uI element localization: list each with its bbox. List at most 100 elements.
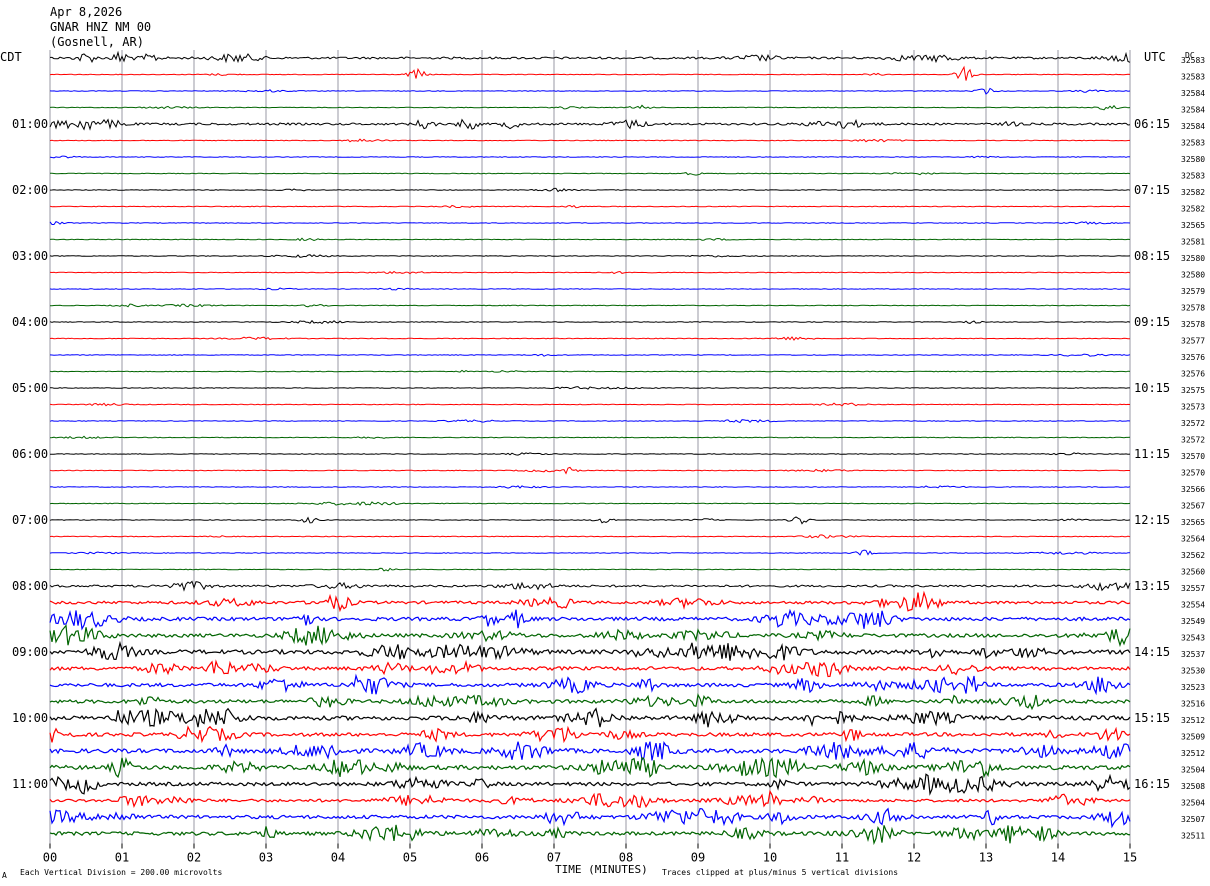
trace-row bbox=[49, 567, 1131, 572]
x-tick-label: 11 bbox=[835, 851, 849, 865]
dc-value: 32566 bbox=[1181, 485, 1205, 494]
trace-row bbox=[49, 673, 1131, 696]
dc-value: 32516 bbox=[1181, 700, 1205, 709]
dc-value: 32580 bbox=[1181, 271, 1205, 280]
trace-row bbox=[49, 725, 1131, 744]
trace-row bbox=[49, 740, 1131, 762]
right-time-label: 08:15 bbox=[1134, 249, 1170, 263]
trace-row bbox=[49, 807, 1131, 829]
dc-value: 32583 bbox=[1181, 139, 1205, 148]
seismic-traces bbox=[49, 50, 1131, 846]
right-time-label: 06:15 bbox=[1134, 117, 1170, 131]
dc-value: 32537 bbox=[1181, 650, 1205, 659]
trace-row bbox=[49, 419, 1131, 424]
left-time-labels: 01:00 02:00 03:00 04:00 05:00 06:00 07:00 08:00… bbox=[12, 117, 48, 791]
dc-offset-labels: 32583 32583 32584 32584 32584 32583 32580 32583… bbox=[1181, 56, 1205, 841]
x-tick-label: 10 bbox=[763, 851, 777, 865]
right-time-label: 10:15 bbox=[1134, 381, 1170, 395]
footer-scale-note: Each Vertical Division = 200.00 microvol… bbox=[20, 868, 222, 877]
dc-value: 32584 bbox=[1181, 89, 1205, 98]
right-time-label: 07:15 bbox=[1134, 183, 1170, 197]
x-tick-label: 00 bbox=[43, 851, 57, 865]
trace-row bbox=[49, 624, 1131, 648]
trace-row bbox=[49, 707, 1131, 728]
trace-row bbox=[49, 485, 1131, 489]
right-time-label: 16:15 bbox=[1134, 777, 1170, 791]
dc-value: 32564 bbox=[1181, 535, 1205, 544]
dc-value: 32509 bbox=[1181, 733, 1205, 742]
right-time-label: 13:15 bbox=[1134, 579, 1170, 593]
dc-value: 32562 bbox=[1181, 551, 1205, 560]
dc-value: 32576 bbox=[1181, 370, 1205, 379]
trace-row bbox=[49, 204, 1131, 209]
dc-value: 32582 bbox=[1181, 205, 1205, 214]
trace-row bbox=[49, 549, 1130, 556]
trace-row bbox=[49, 336, 1131, 341]
header-station: GNAR HNZ NM 00 bbox=[50, 20, 151, 34]
trace-row bbox=[49, 435, 1131, 439]
x-tick-label: 05 bbox=[403, 851, 417, 865]
trace-row bbox=[49, 104, 1131, 111]
left-timezone-label: CDT bbox=[0, 50, 22, 64]
dc-value: 32572 bbox=[1181, 436, 1205, 445]
trace-row bbox=[49, 580, 1131, 592]
x-tick-label: 04 bbox=[331, 851, 345, 865]
right-time-label: 11:15 bbox=[1134, 447, 1170, 461]
dc-value: 32504 bbox=[1181, 766, 1205, 775]
left-time-label: 02:00 bbox=[12, 183, 48, 197]
trace-row bbox=[49, 466, 1130, 475]
left-time-label: 10:00 bbox=[12, 711, 48, 725]
trace-row bbox=[49, 138, 1131, 143]
right-time-label: 15:15 bbox=[1134, 711, 1170, 725]
dc-value: 32582 bbox=[1181, 188, 1205, 197]
trace-row bbox=[49, 270, 1131, 275]
trace-row bbox=[49, 534, 1131, 539]
trace-row bbox=[49, 287, 1131, 291]
x-tick-label: 03 bbox=[259, 851, 273, 865]
right-time-labels: 06:15 07:15 08:15 09:15 10:15 11:15 12:15 13:15… bbox=[1134, 117, 1170, 791]
trace-row bbox=[49, 773, 1131, 796]
right-time-label: 14:15 bbox=[1134, 645, 1170, 659]
x-tick-label: 09 bbox=[691, 851, 705, 865]
dc-value: 32579 bbox=[1181, 287, 1205, 296]
left-time-label: 01:00 bbox=[12, 117, 48, 131]
header-date: Apr 8,2026 bbox=[50, 5, 122, 19]
corner-mark: A bbox=[2, 871, 7, 880]
dc-value: 32580 bbox=[1181, 254, 1205, 263]
x-tick-label: 14 bbox=[1051, 851, 1065, 865]
trace-row bbox=[49, 659, 1131, 678]
dc-value: 32583 bbox=[1181, 172, 1205, 181]
dc-value: 32570 bbox=[1181, 452, 1205, 461]
trace-row bbox=[49, 237, 1131, 242]
dc-value: 32512 bbox=[1181, 749, 1205, 758]
dc-value: 32530 bbox=[1181, 667, 1205, 676]
dc-value: 32508 bbox=[1181, 782, 1205, 791]
trace-row bbox=[49, 220, 1131, 225]
dc-value: 32583 bbox=[1181, 73, 1205, 82]
left-time-label: 07:00 bbox=[12, 513, 48, 527]
dc-value: 32583 bbox=[1181, 56, 1205, 65]
x-tick-label: 02 bbox=[187, 851, 201, 865]
helicorder-plot: Apr 8,2026 GNAR HNZ NM 00 (Gosnell, AR) … bbox=[0, 5, 1205, 880]
trace-row bbox=[49, 692, 1131, 711]
dc-value: 32578 bbox=[1181, 304, 1205, 313]
right-time-label: 12:15 bbox=[1134, 513, 1170, 527]
trace-row bbox=[49, 187, 1131, 193]
trace-row bbox=[49, 608, 1131, 631]
right-time-label: 09:15 bbox=[1134, 315, 1170, 329]
footer-clip-note: Traces clipped at plus/minus 5 vertical … bbox=[662, 868, 898, 877]
trace-row bbox=[49, 516, 1131, 525]
dc-value: 32581 bbox=[1181, 238, 1205, 247]
trace-row bbox=[50, 452, 1131, 456]
dc-value: 32543 bbox=[1181, 634, 1205, 643]
x-tick-label: 01 bbox=[115, 851, 129, 865]
trace-row bbox=[49, 353, 1131, 357]
dc-value: 32549 bbox=[1181, 617, 1205, 626]
dc-value: 32584 bbox=[1181, 122, 1205, 131]
dc-value: 32572 bbox=[1181, 419, 1205, 428]
left-time-label: 06:00 bbox=[12, 447, 48, 461]
x-tick-label: 15 bbox=[1123, 851, 1137, 865]
dc-value: 32507 bbox=[1181, 815, 1205, 824]
trace-row bbox=[49, 254, 1131, 258]
trace-row bbox=[49, 640, 1131, 661]
